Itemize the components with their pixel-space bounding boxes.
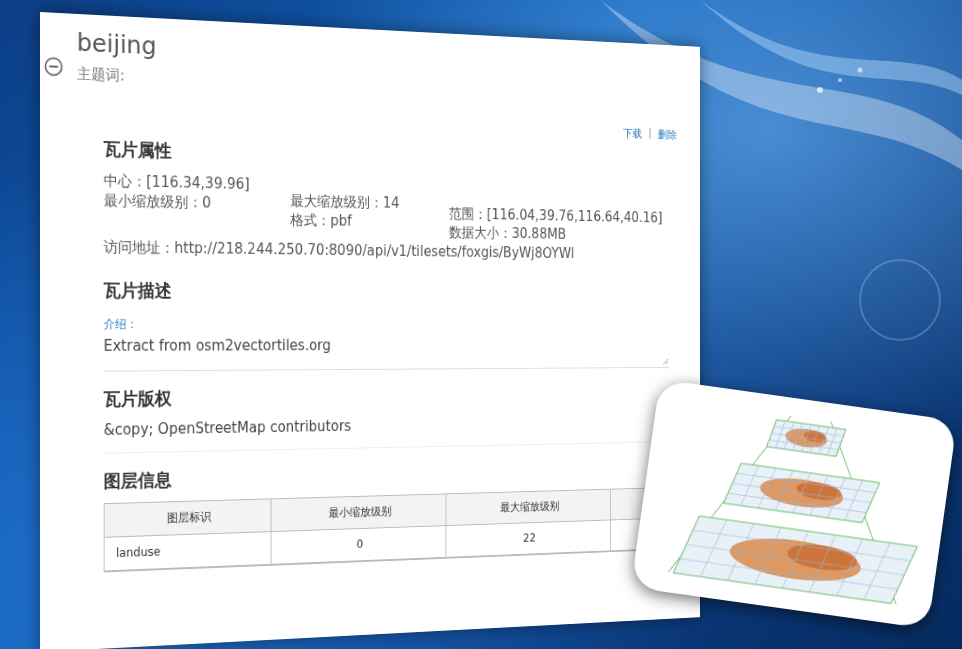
description-text: Extract from osm2vectortiles.org [104, 336, 669, 354]
tile-copyright: 瓦片版权&copy; OpenStreetMap contributors [83, 377, 677, 454]
property-column: 中心：[116.34,39.96]最小缩放级别：0 [104, 171, 280, 240]
tile-properties: 瓦片属性中心：[116.34,39.96]最小缩放级别：0最大缩放级别：14格式… [83, 130, 677, 263]
tileset-card: beijing主题词:下载|删除瓦片属性中心：[116.34,39.96]最小缩… [40, 12, 700, 649]
tile-description: 瓦片描述介绍：Extract from osm2vectortiles.org [83, 272, 677, 371]
property-column: 最大缩放级别：14格式：pbf [290, 176, 438, 242]
delete-link[interactable]: 删除 [658, 127, 677, 143]
action-separator: | [648, 127, 651, 142]
card-header: beijing主题词: [44, 22, 677, 112]
property-field: 最小缩放级别：0 [104, 191, 280, 215]
property-field: 范围：[116.04,39.76,116.64,40.16] [449, 204, 677, 227]
property-field: 中心：[116.34,39.96] [104, 171, 280, 195]
description-label: 介绍： [104, 316, 669, 337]
property-field: 最大缩放级别：14 [290, 191, 438, 214]
table-cell: 22 [446, 520, 611, 557]
property-grid: 中心：[116.34,39.96]最小缩放级别：0最大缩放级别：14格式：pbf… [104, 171, 677, 246]
tile-pyramid-picture [631, 379, 957, 629]
tile-pyramid-icon [647, 391, 941, 617]
layer-table: 图层标识最小缩放级别最大缩放级别landuse022 [104, 487, 669, 572]
card-actions: 下载 | 删除 [83, 106, 677, 144]
section-heading: 瓦片描述 [104, 272, 677, 313]
resize-handle-icon[interactable] [663, 358, 669, 365]
collapse-icon[interactable] [44, 56, 63, 77]
property-field: 格式：pbf [290, 210, 438, 232]
layer-info: 图层信息图层标识最小缩放级别最大缩放级别landuse022 [83, 451, 677, 573]
tile-layer [767, 419, 846, 457]
property-column: 范围：[116.04,39.76,116.64,40.16]数据大小：30.88… [449, 180, 677, 246]
table-cell: landuse [105, 532, 272, 571]
tileset-title: beijing [77, 24, 677, 88]
table-cell: 0 [271, 526, 446, 565]
section-heading: 瓦片版权 [104, 377, 677, 421]
description-field[interactable]: 介绍：Extract from osm2vectortiles.org [104, 312, 669, 371]
promo-background: beijing主题词:下载|删除瓦片属性中心：[116.34,39.96]最小缩… [0, 0, 962, 649]
tile-layer [673, 513, 917, 606]
access-url: 访问地址：http://218.244.250.70:8090/api/v1/t… [104, 237, 677, 264]
download-link[interactable]: 下载 [623, 126, 642, 142]
tile-layer [723, 462, 879, 525]
copyright-text: &copy; OpenStreetMap contributors [104, 412, 669, 453]
keywords-label: 主题词: [77, 61, 677, 112]
